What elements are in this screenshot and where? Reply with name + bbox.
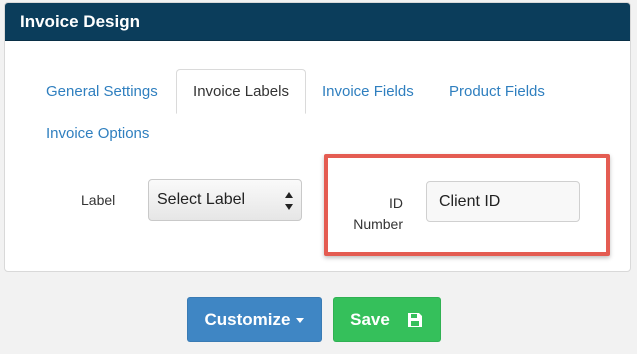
floppy-disk-icon xyxy=(406,311,424,329)
select-label-dropdown[interactable]: Select Label xyxy=(148,179,302,221)
updown-arrows-icon xyxy=(284,192,294,210)
tab-general-settings[interactable]: General Settings xyxy=(46,83,158,101)
customize-label: Customize xyxy=(204,309,291,329)
highlighted-id-field: ID Number xyxy=(324,154,610,256)
arrow-up-icon xyxy=(285,192,293,198)
arrow-down-icon xyxy=(285,204,293,210)
customize-button[interactable]: Customize xyxy=(187,297,322,342)
client-id-input[interactable] xyxy=(426,181,580,222)
tabs-nav: General Settings Invoice Labels Invoice … xyxy=(5,69,630,157)
tab-invoice-labels[interactable]: Invoice Labels xyxy=(176,69,306,114)
panel-title: Invoice Design xyxy=(20,11,140,31)
select-label-value: Select Label xyxy=(157,191,246,208)
save-label: Save xyxy=(350,309,390,329)
save-button[interactable]: Save xyxy=(333,297,441,342)
label-caption: Label xyxy=(81,192,116,208)
tab-product-fields[interactable]: Product Fields xyxy=(449,83,545,101)
invoice-design-panel: Invoice Design General Settings Invoice … xyxy=(4,2,631,272)
id-number-label: ID Number xyxy=(353,195,403,232)
caret-down-icon xyxy=(296,318,305,323)
panel-header: Invoice Design xyxy=(5,3,630,41)
tab-invoice-fields[interactable]: Invoice Fields xyxy=(322,83,414,101)
tab-invoice-options[interactable]: Invoice Options xyxy=(46,125,149,143)
